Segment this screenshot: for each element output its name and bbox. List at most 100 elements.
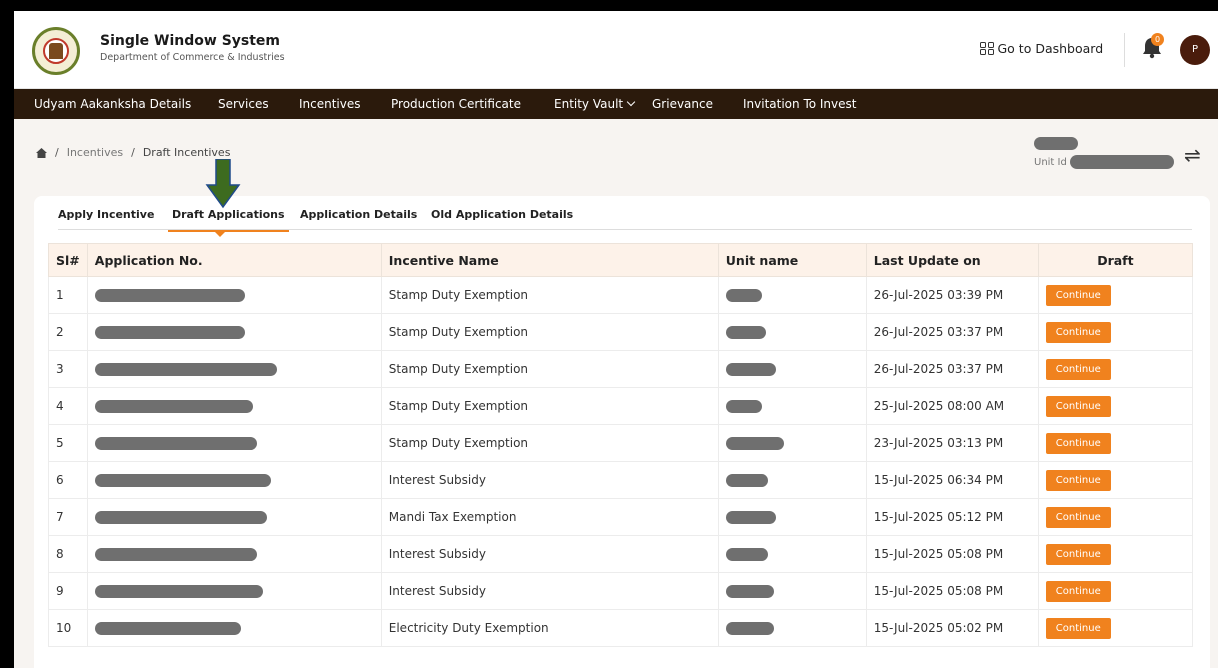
nav-incentives[interactable]: Incentives [299,89,361,119]
cell-sl: 1 [48,276,88,314]
cell-sl: 9 [48,572,88,610]
col-sl: Sl# [48,243,88,277]
go-to-dashboard-button[interactable]: Go to Dashboard [980,41,1103,56]
cell-last-update: 15-Jul-2025 05:08 PM [865,535,1039,573]
cell-draft: Continue [1037,461,1194,499]
cell-unit-name [717,609,867,647]
cell-application-no [86,424,382,462]
cell-last-update: 26-Jul-2025 03:37 PM [865,313,1039,351]
tab-apply-incentive[interactable]: Apply Incentive [58,208,154,221]
continue-button[interactable]: Continue [1045,321,1111,343]
nav-grievance[interactable]: Grievance [652,89,713,119]
cell-draft: Continue [1037,276,1194,314]
redacted-unit-name [725,437,784,450]
header-divider [1124,33,1125,67]
cell-sl: 3 [48,350,88,388]
cell-incentive-name: Electricity Duty Exemption [380,609,719,647]
cell-unit-name [717,276,867,314]
page-frame: Single Window System Department of Comme… [14,11,1218,668]
continue-button[interactable]: Continue [1045,506,1111,528]
nav-production-certificate[interactable]: Production Certificate [391,89,521,119]
cell-last-update: 15-Jul-2025 05:12 PM [865,498,1039,536]
breadcrumb-separator: / [55,146,59,159]
tab-application-details[interactable]: Application Details [300,208,417,221]
continue-button[interactable]: Continue [1045,580,1111,602]
cell-last-update: 15-Jul-2025 05:08 PM [865,572,1039,610]
cell-sl: 5 [48,424,88,462]
continue-button[interactable]: Continue [1045,395,1111,417]
cell-application-no [86,276,382,314]
redacted-unit-name [725,548,768,561]
nav-udyam-aakanksha-details[interactable]: Udyam Aakanksha Details [34,89,191,119]
col-last-update: Last Update on [865,243,1039,277]
cell-application-no [86,535,382,573]
redacted-unit-name [725,622,774,635]
breadcrumb-current: Draft Incentives [142,146,231,159]
table-row: 8 Interest Subsidy 15-Jul-2025 05:08 PM Con… [48,535,1194,573]
cell-sl: 2 [48,313,88,351]
continue-button[interactable]: Continue [1045,617,1111,639]
user-avatar[interactable]: P [1180,35,1210,65]
col-draft: Draft [1037,243,1194,277]
redacted-application-no [94,474,271,487]
continue-button[interactable]: Continue [1045,358,1111,380]
app-title: Single Window System [100,33,281,49]
continue-button[interactable]: Continue [1045,543,1111,565]
col-incentive-name: Incentive Name [380,243,719,277]
cell-unit-name [717,387,867,425]
table-body: 1 Stamp Duty Exemption 26-Jul-2025 03:39 P… [48,276,1194,647]
redacted-application-no [94,400,253,413]
nav-entity-vault[interactable]: Entity Vault [554,89,636,119]
cell-application-no [86,350,382,388]
breadcrumb: / Incentives / Draft Incentives [36,146,230,159]
redacted-unit-id [1070,155,1174,169]
cell-unit-name [717,535,867,573]
breadcrumb-separator: / [131,146,135,159]
cell-draft: Continue [1037,313,1194,351]
cell-last-update: 26-Jul-2025 03:37 PM [865,350,1039,388]
redacted-unit-name [725,289,762,302]
table-row: 2 Stamp Duty Exemption 26-Jul-2025 03:37 P… [48,313,1194,351]
top-header: Single Window System Department of Comme… [14,11,1218,89]
cell-draft: Continue [1037,424,1194,462]
cell-incentive-name: Interest Subsidy [380,461,719,499]
breadcrumb-incentives[interactable]: Incentives [67,146,123,159]
cell-application-no [86,498,382,536]
cell-draft: Continue [1037,498,1194,536]
nav-invitation-to-invest[interactable]: Invitation To Invest [743,89,856,119]
redacted-application-no [94,511,267,524]
cell-draft: Continue [1037,350,1194,388]
switch-unit-icon[interactable]: ⇌ [1184,143,1201,167]
redacted-unit-name [725,363,776,376]
tab-old-application-details[interactable]: Old Application Details [431,208,573,221]
continue-button[interactable]: Continue [1045,284,1111,306]
redacted-application-no [94,585,263,598]
redacted-unit-name [725,400,762,413]
cell-sl: 8 [48,535,88,573]
cell-incentive-name: Mandi Tax Exemption [380,498,719,536]
cell-last-update: 25-Jul-2025 08:00 AM [865,387,1039,425]
col-unit-name: Unit name [717,243,867,277]
redacted-application-no [94,548,257,561]
table-header-row: Sl# Application No. Incentive Name Unit … [48,243,1194,277]
table-row: 1 Stamp Duty Exemption 26-Jul-2025 03:39 P… [48,276,1194,314]
cell-draft: Continue [1037,609,1194,647]
cell-sl: 10 [48,609,88,647]
cell-sl: 4 [48,387,88,425]
redacted-application-no [94,437,257,450]
nav-services[interactable]: Services [218,89,269,119]
tab-draft-applications[interactable]: Draft Applications [168,208,289,232]
notification-badge: 0 [1151,33,1164,46]
app-subtitle: Department of Commerce & Industries [100,52,285,63]
cell-draft: Continue [1037,387,1194,425]
continue-button[interactable]: Continue [1045,469,1111,491]
table-row: 4 Stamp Duty Exemption 25-Jul-2025 08:00 A… [48,387,1194,425]
home-icon[interactable] [36,147,47,158]
table-row: 10 Electricity Duty Exemption 15-Jul-2025 … [48,609,1194,647]
continue-button[interactable]: Continue [1045,432,1111,454]
cell-incentive-name: Stamp Duty Exemption [380,313,719,351]
cell-last-update: 26-Jul-2025 03:39 PM [865,276,1039,314]
dashboard-label: Go to Dashboard [997,41,1104,56]
col-application-no: Application No. [86,243,382,277]
redacted-unit-name [1034,137,1078,150]
